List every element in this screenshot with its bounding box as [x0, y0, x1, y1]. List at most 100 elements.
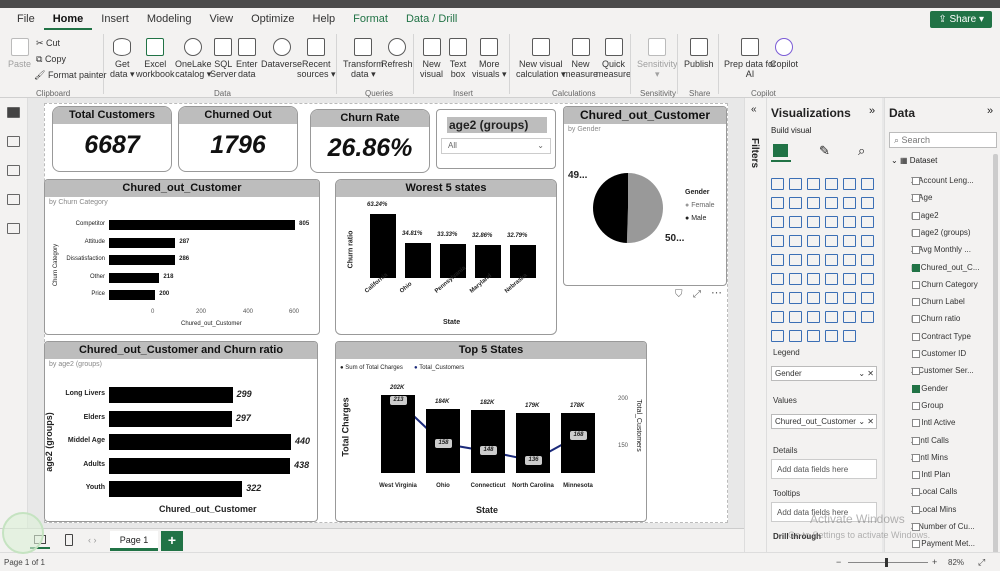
tab-page-1[interactable]: Page 1: [110, 531, 158, 551]
visual-type-icon[interactable]: [771, 273, 784, 285]
visual-type-icon[interactable]: [825, 330, 838, 342]
visual-type-icon[interactable]: [807, 216, 820, 228]
visual-type-icon[interactable]: [843, 178, 856, 190]
visual-type-icon[interactable]: [771, 292, 784, 304]
tmdl-view-icon[interactable]: [7, 223, 20, 234]
get-data-button[interactable]: Get data ▾: [110, 38, 135, 79]
visual-type-icon[interactable]: [771, 254, 784, 266]
visual-type-icon[interactable]: [825, 178, 838, 190]
sql-server-button[interactable]: SQL Server: [210, 38, 237, 79]
visual-type-icon[interactable]: [861, 254, 874, 266]
age-groups-slicer[interactable]: age2 (groups) All ⌄: [436, 109, 556, 169]
refresh-button[interactable]: Refresh: [381, 38, 413, 69]
visual-type-icon[interactable]: [807, 197, 820, 209]
field-checkbox[interactable]: [912, 211, 920, 220]
dataset-node[interactable]: ⌄ ▦ Dataset: [891, 156, 937, 165]
churned-out-card[interactable]: Churned Out 1796: [178, 106, 298, 172]
visual-type-icon[interactable]: [807, 273, 820, 285]
menu-data-drill[interactable]: Data / Drill: [397, 8, 466, 30]
new-measure-button[interactable]: New measure: [563, 38, 598, 79]
visual-type-icon[interactable]: [843, 235, 856, 247]
copy-button[interactable]: ⧉ Copy: [36, 54, 66, 65]
model-view-icon[interactable]: [7, 165, 20, 176]
visual-type-icon[interactable]: [789, 197, 802, 209]
field-checkbox[interactable]: [912, 350, 920, 358]
menu-home[interactable]: Home: [43, 8, 93, 30]
collapse-icon[interactable]: «: [751, 104, 757, 115]
filter-icon[interactable]: ⛉: [675, 289, 683, 300]
worst-states-chart[interactable]: Worest 5 states Churn ratio State 63.24%…: [335, 179, 557, 335]
table-view-icon[interactable]: [7, 136, 20, 147]
new-visual-calculation-button[interactable]: New visual calculation ▾: [516, 38, 566, 79]
visual-type-icon[interactable]: [807, 311, 820, 323]
field-checkbox[interactable]: [912, 367, 920, 376]
field-checkbox[interactable]: [912, 263, 920, 272]
field-checkbox[interactable]: [912, 246, 920, 255]
field-checkbox[interactable]: [912, 315, 920, 324]
zoom-level[interactable]: 82%: [948, 558, 964, 567]
build-visual-tab[interactable]: [771, 140, 791, 162]
onelake-catalog-button[interactable]: OneLake catalog ▾: [175, 38, 212, 79]
scrollbar[interactable]: [993, 154, 998, 558]
visual-type-icon[interactable]: [789, 292, 802, 304]
menu-optimize[interactable]: Optimize: [242, 8, 303, 30]
search-input[interactable]: ⌕ Search: [889, 132, 997, 148]
details-drop-zone[interactable]: Add data fields here: [771, 459, 877, 479]
field-checkbox[interactable]: [912, 453, 920, 462]
visual-type-icon[interactable]: [843, 330, 856, 342]
remove-field-icon[interactable]: ⌄ ✕: [858, 367, 874, 380]
field-checkbox[interactable]: [912, 436, 920, 445]
zoom-in-icon[interactable]: +: [932, 557, 937, 567]
cut-button[interactable]: ✂ Cut: [36, 38, 60, 49]
visual-type-icon[interactable]: [771, 197, 784, 209]
visual-type-icon[interactable]: [861, 273, 874, 285]
visual-type-icon[interactable]: [771, 178, 784, 190]
format-visual-icon[interactable]: ✎: [819, 143, 830, 159]
visual-type-icon[interactable]: [825, 311, 838, 323]
visual-type-icon[interactable]: [789, 254, 802, 266]
top5-states-chart[interactable]: Top 5 States ● Sum of Total Charges ● To…: [335, 341, 647, 522]
excel-workbook-button[interactable]: Excel workbook: [136, 38, 175, 79]
visual-type-icon[interactable]: [807, 235, 820, 247]
visual-type-icon[interactable]: [825, 235, 838, 247]
visual-type-icon[interactable]: [825, 292, 838, 304]
field-item[interactable]: Σ Account Leng...: [911, 174, 974, 188]
visual-type-icon[interactable]: [825, 273, 838, 285]
visual-type-icon[interactable]: [771, 330, 784, 342]
field-checkbox[interactable]: [912, 194, 920, 203]
visual-type-icon[interactable]: [861, 178, 874, 190]
quick-measure-button[interactable]: Quick measure: [596, 38, 631, 79]
add-page-button[interactable]: +: [161, 531, 183, 551]
visual-type-icon[interactable]: [861, 292, 874, 304]
field-item[interactable]: Σ Customer Ser...: [911, 364, 974, 378]
expand-icon[interactable]: »: [987, 105, 993, 117]
format-painter-button[interactable]: 🖌 Format painter: [34, 70, 106, 81]
prep-data-ai-button[interactable]: Prep data for AI: [724, 38, 776, 79]
visual-type-icon[interactable]: [861, 311, 874, 323]
menu-insert[interactable]: Insert: [92, 8, 138, 30]
visual-type-icon[interactable]: [789, 330, 802, 342]
field-checkbox[interactable]: [912, 523, 920, 531]
copilot-button[interactable]: Copilot: [770, 38, 798, 69]
transform-data-button[interactable]: Transform data ▾: [343, 38, 384, 79]
slicer-dropdown[interactable]: All ⌄: [441, 138, 551, 154]
visual-type-icon[interactable]: [771, 235, 784, 247]
churn-category-chart[interactable]: Chured_out_Customer by Churn Category Ch…: [44, 179, 320, 335]
recent-sources-button[interactable]: Recent sources ▾: [297, 38, 336, 79]
visual-type-icon[interactable]: [807, 292, 820, 304]
dax-query-icon[interactable]: [7, 194, 20, 205]
field-checkbox[interactable]: [912, 280, 920, 289]
text-box-button[interactable]: Text box: [449, 38, 467, 79]
values-well[interactable]: Chured_out_Customer ⌄ ✕: [771, 414, 877, 429]
page-nav-prev-icon[interactable]: ‹ ›: [88, 535, 97, 545]
visual-type-icon[interactable]: [843, 216, 856, 228]
menu-file[interactable]: File: [8, 8, 44, 30]
visual-type-icon[interactable]: [789, 235, 802, 247]
zoom-thumb[interactable]: [885, 558, 888, 567]
expand-icon[interactable]: »: [869, 105, 875, 117]
visual-type-icon[interactable]: [843, 311, 856, 323]
visual-type-icon[interactable]: [861, 216, 874, 228]
zoom-out-icon[interactable]: −: [836, 557, 841, 567]
visual-type-icon[interactable]: [843, 273, 856, 285]
more-options-icon[interactable]: ⋯: [711, 286, 722, 299]
